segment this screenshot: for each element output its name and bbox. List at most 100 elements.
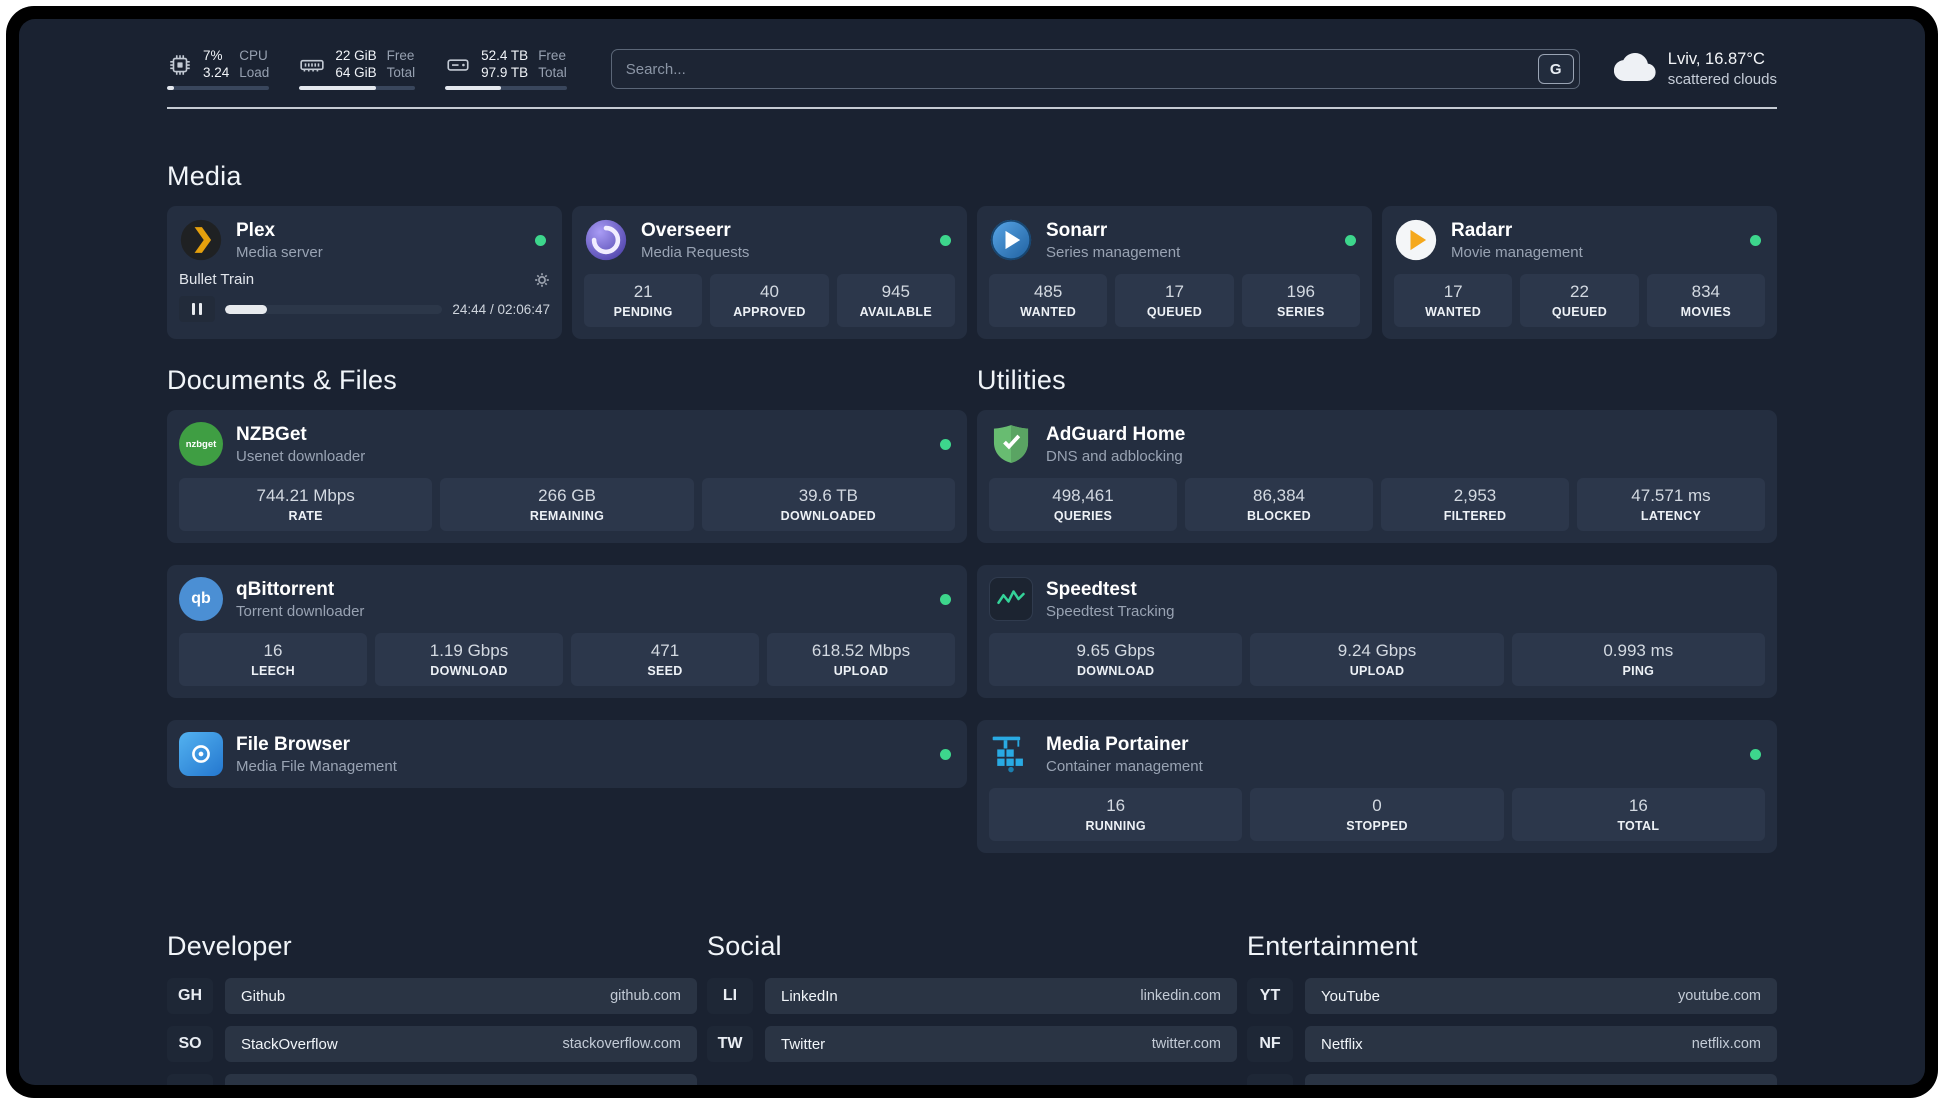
stat-value: 485 [1033,282,1063,301]
app-subtitle: Media server [236,243,323,261]
bookmark-abbr-linkedin[interactable]: LI [707,978,753,1014]
stat-tile: 86,384 BLOCKED [1185,478,1373,531]
radarr-card[interactable]: Radarr Movie management 17 WANTED 22 QUE… [1382,206,1777,339]
bookmark-row: RE Reddit reddit.com [1247,1074,1777,1085]
stat-value: 945 [881,282,910,301]
section-title-developer: Developer [167,931,292,961]
stat-label: QUEUED [1146,305,1203,319]
bookmark-link-twitter[interactable]: Twitter twitter.com [765,1026,1237,1062]
stat-tile: 2,953 FILTERED [1381,478,1569,531]
stat-label: WANTED [1425,305,1482,319]
status-dot-online [940,234,951,246]
search-bar[interactable]: G [610,49,1580,89]
speedtest-card[interactable]: Speedtest Speedtest Tracking 9.65 Gbps D… [977,565,1777,698]
stat-value: 16 [1628,796,1648,815]
bookmark-group-social: Social LI LinkedIn linkedin.com TW Twitt… [707,931,1237,1074]
stat-value: 17 [1443,282,1463,301]
stat-value: 47.571 ms [1631,486,1711,505]
gear-icon[interactable] [534,272,550,288]
app-title: File Browser [236,733,351,755]
stat-tile: 40 APPROVED [710,274,829,327]
stat-label: STOPPED [1346,819,1408,833]
stat-value: 16 [1106,796,1126,815]
sonarr-icon [989,218,1033,262]
bookmark-url: linkedin.com [1140,988,1221,1004]
bookmark-abbr-github[interactable]: GH [167,978,213,1014]
stat-tile: 16 LEECH [179,633,367,686]
stat-label: BLOCKED [1247,509,1311,523]
search-input[interactable] [625,60,1538,78]
bookmark-abbr-twitter[interactable]: TW [707,1026,753,1062]
pause-button[interactable] [179,296,215,322]
bookmark-group-developer: Developer GH Github github.com SO StackO… [167,931,697,1085]
stat-label: WANTED [1020,305,1077,319]
bookmark-link-github[interactable]: Github github.com [225,978,697,1014]
bookmark-link-stackoverflow[interactable]: StackOverflow stackoverflow.com [225,1026,697,1062]
ram-progress-bar [299,86,416,91]
weather-condition: scattered clouds [1667,71,1777,88]
bookmark-abbr-stackoverflow[interactable]: SO [167,1026,213,1062]
bookmark-row: SO StackOverflow stackoverflow.com [167,1026,697,1062]
stat-label: RUNNING [1085,819,1146,833]
app-title: Media Portainer [1046,733,1189,755]
bookmark-link-reddit[interactable]: Reddit reddit.com [1305,1074,1777,1085]
bookmark-name: StackOverflow [241,1035,338,1053]
stat-tile: 498,461 QUERIES [989,478,1177,531]
plex-card[interactable]: Plex Media server Bullet Train 24:44 / 0… [167,206,562,339]
stat-tile: 17 WANTED [1394,274,1513,327]
seek-bar[interactable] [225,304,443,314]
disk-total-label: Total [538,64,567,80]
stat-tile: 945 AVAILABLE [836,274,955,327]
stat-tile: 9.65 Gbps DOWNLOAD [989,633,1243,686]
stat-value: 9.65 Gbps [1076,641,1155,660]
nzbget-card[interactable]: nzbget NZBGet Usenet downloader 744.21 M… [167,410,967,543]
bookmark-link-dev[interactable]: DEV dev.to [225,1074,697,1085]
stat-label: UPLOAD [1349,664,1405,678]
portainer-card[interactable]: Media Portainer Container management 16 … [977,720,1777,853]
qbittorrent-icon: qb [179,577,223,621]
bookmark-link-linkedin[interactable]: LinkedIn linkedin.com [765,978,1237,1014]
stat-value: 39.6 TB [798,486,858,505]
disk-progress-fill [445,86,502,91]
nzbget-icon: nzbget [179,422,223,466]
stat-value: 196 [1286,282,1315,301]
stat-label: UPLOAD [833,664,889,678]
stat-label: DOWNLOADED [780,509,876,523]
ram-total-value: 64 GiB [335,64,377,80]
adguard-card[interactable]: AdGuard Home DNS and adblocking 498,461 … [977,410,1777,543]
bookmark-row: YT YouTube youtube.com [1247,978,1777,1014]
bookmark-row: NF Netflix netflix.com [1247,1026,1777,1062]
bookmark-name: Netflix [1321,1035,1363,1053]
bookmarks-area: Developer GH Github github.com SO StackO… [167,931,1777,1085]
stat-tile: 485 WANTED [989,274,1108,327]
bookmark-abbr-netflix[interactable]: NF [1247,1026,1293,1062]
qbittorrent-card[interactable]: qb qBittorrent Torrent downloader 16 LEE… [167,565,967,698]
sonarr-card[interactable]: Sonarr Series management 485 WANTED 17 Q… [977,206,1372,339]
speedtest-icon [989,577,1033,621]
stat-value: 498,461 [1052,486,1114,505]
overseerr-card[interactable]: Overseerr Media Requests 21 PENDING 40 A… [572,206,967,339]
bookmark-link-netflix[interactable]: Netflix netflix.com [1305,1026,1777,1062]
stat-tile: 39.6 TB DOWNLOADED [701,478,955,531]
filebrowser-card[interactable]: File Browser Media File Management [167,720,967,788]
ram-stat: 22 GiB 64 GiB Free Total [299,48,416,91]
app-title: AdGuard Home [1046,423,1186,445]
status-dot-online [1345,234,1356,246]
search-engine-button[interactable]: G [1537,54,1574,84]
stat-label: QUERIES [1053,509,1113,523]
bookmark-link-youtube[interactable]: YouTube youtube.com [1305,978,1777,1014]
bookmark-abbr-dev[interactable]: DT [167,1074,213,1085]
stat-tile: 196 SERIES [1241,274,1360,327]
stat-tile: 0 STOPPED [1250,788,1504,841]
stat-tile: 471 SEED [571,633,759,686]
bookmark-abbr-youtube[interactable]: YT [1247,978,1293,1014]
app-subtitle: Usenet downloader [236,447,366,465]
stat-value: 86,384 [1253,486,1305,505]
bookmark-abbr-reddit[interactable]: RE [1247,1074,1293,1085]
stat-label: QUEUED [1551,305,1608,319]
stat-value: 266 GB [538,486,596,505]
stat-value: 744.21 Mbps [256,486,355,505]
disk-icon [445,52,471,78]
stat-label: DOWNLOAD [430,664,508,678]
stat-value: 1.19 Gbps [429,641,509,660]
